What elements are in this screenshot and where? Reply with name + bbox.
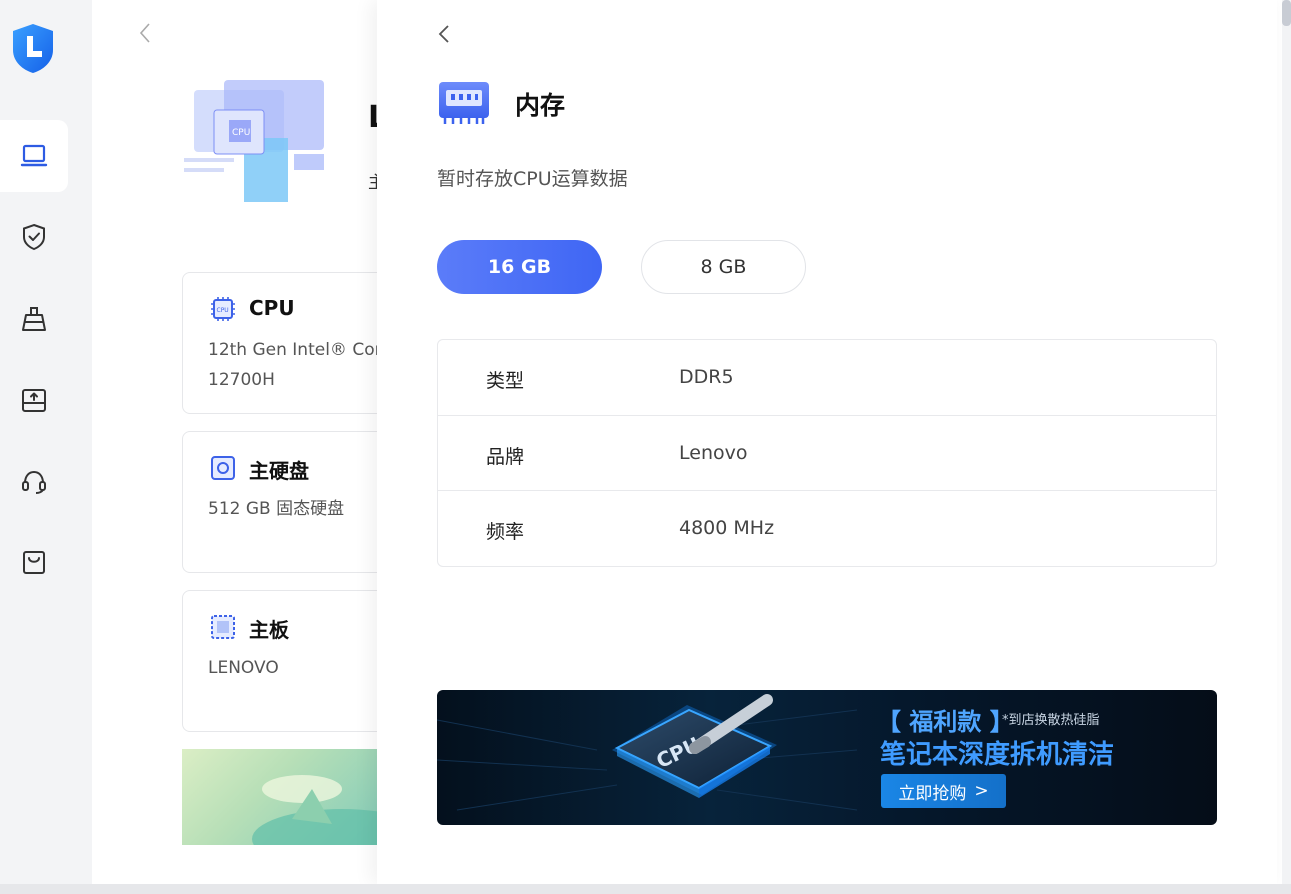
shield-check-icon [23,223,45,251]
cpu-icon: CPU [211,297,235,321]
disk-icon [211,456,235,480]
svg-text:CPU: CPU [232,128,250,138]
cleaning-brush-icon [22,307,46,331]
svg-text:CPU: CPU [217,307,229,314]
promo-banner[interactable]: CPU 【 福利款 】 *到店换散热硅脂 笔记本深度拆机清洁 立即抢购 > [437,690,1217,825]
promo-illustration[interactable] [182,749,392,845]
laptop-icon [20,144,48,167]
motherboard-card-title: 主板 [249,618,289,642]
drawer-title: 内存 [515,91,566,120]
buy-now-button[interactable]: 立即抢购 > [881,774,1006,808]
spec-value: DDR5 [679,366,734,388]
landscape-art [252,775,392,845]
nav-item-shop[interactable] [0,526,68,598]
spec-row-type: 类型 DDR5 [438,340,1216,416]
chevron-right-icon: > [974,781,989,801]
memory-ram-icon [439,82,489,124]
capacity-option-16gb[interactable]: 16 GB [437,240,602,294]
nav-item-cleanup[interactable] [0,283,68,355]
capacity-option-8gb[interactable]: 8 GB [641,240,806,294]
scrollbar-thumb[interactable] [1282,0,1291,26]
lenovo-app-logo [13,24,53,73]
page-title: L [368,100,377,135]
spec-row-brand: 品牌 Lenovo [438,416,1216,492]
drawer-description: 暂时存放CPU运算数据 [437,168,628,190]
inbox-upload-icon [22,389,46,412]
hardware-illustration: CPU [184,80,324,202]
scrollbar-track[interactable] [1282,0,1291,894]
nav-item-backup[interactable] [0,364,68,436]
buy-now-label: 立即抢购 [898,783,967,804]
banner-note: *到店换散热硅脂 [1002,713,1100,728]
shopping-bag-icon [23,551,45,574]
drawer-back-chevron-icon[interactable] [433,22,457,46]
back-chevron-icon[interactable] [138,22,152,44]
spec-key: 频率 [486,521,525,544]
nav-item-device[interactable] [0,120,68,192]
motherboard-icon [211,615,235,639]
nav-item-service[interactable] [0,445,68,517]
banner-headline: 笔记本深度拆机清洁 [880,740,1115,770]
cpu-chip-art: CPU [437,694,857,811]
spec-value: Lenovo [679,441,748,464]
nav-item-security[interactable] [0,201,68,273]
page-subtitle: 主 [368,173,377,193]
spec-key: 品牌 [486,445,525,468]
headset-icon [22,470,46,494]
memory-detail-drawer: 内存 暂时存放CPU运算数据 16 GB 8 GB 类型 DDR5 品牌 Len… [377,0,1277,884]
disk-card-title: 主硬盘 [249,459,309,483]
spec-key: 类型 [486,370,525,392]
window-bottom-edge [0,884,1291,894]
spec-value: 4800 MHz [679,517,775,540]
spec-row-frequency: 频率 4800 MHz [438,491,1216,566]
cpu-card-title: CPU [249,296,295,320]
nav-rail [0,0,92,894]
memory-spec-table: 类型 DDR5 品牌 Lenovo 频率 4800 MHz [437,339,1217,567]
banner-tag: 【 福利款 】 [877,708,1014,736]
